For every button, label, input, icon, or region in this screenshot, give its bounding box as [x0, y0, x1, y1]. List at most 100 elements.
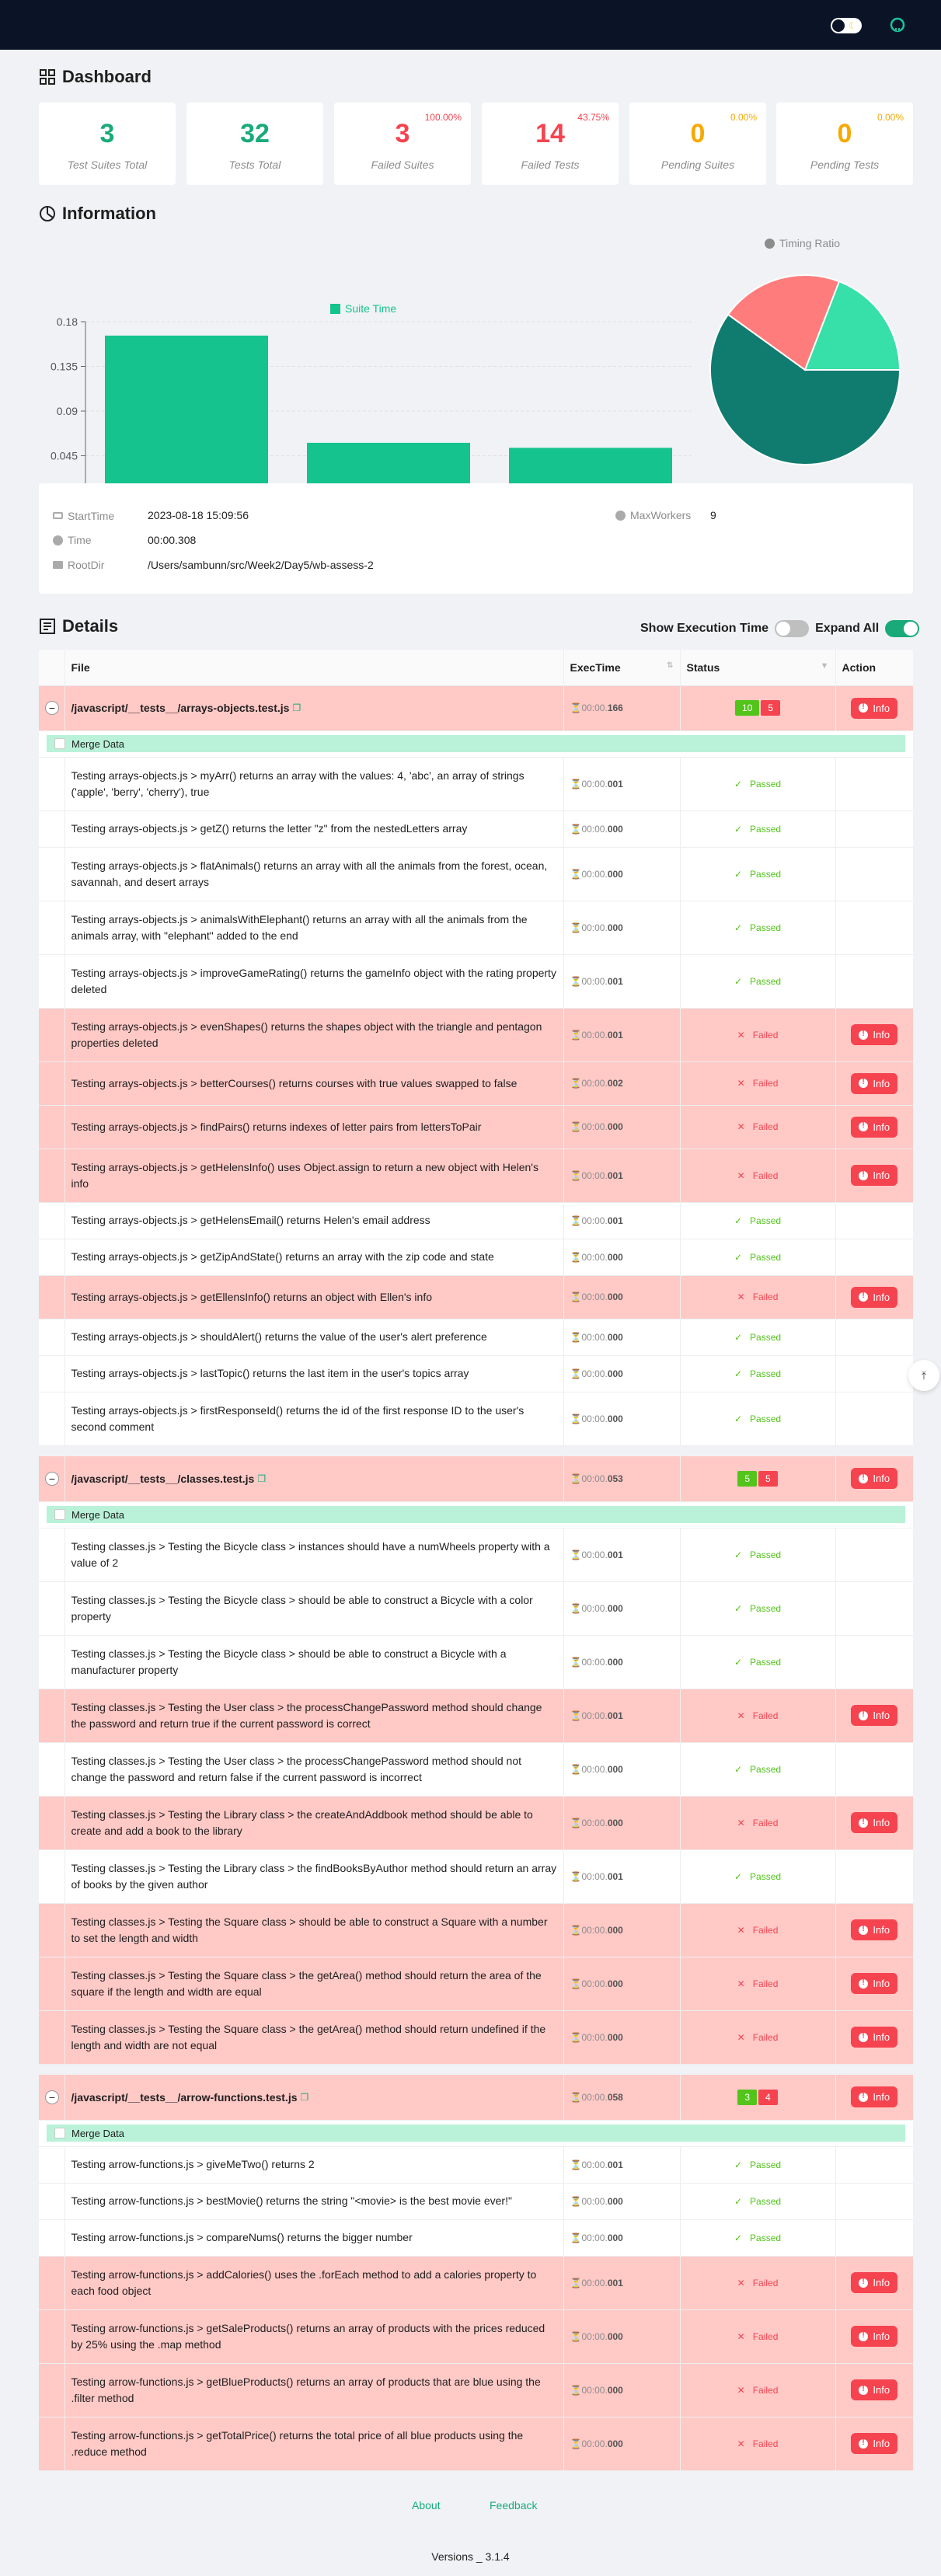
test-info-button[interactable]: Info: [851, 1116, 898, 1138]
time-prefix: 00:00.: [581, 1121, 608, 1132]
status-column-header[interactable]: Status ▼: [679, 650, 835, 686]
copy-icon[interactable]: ❐: [301, 2092, 309, 2103]
merge-data-checkbox[interactable]: [54, 738, 65, 749]
test-row: Testing classes.js > Testing the Bicycle…: [39, 1528, 913, 1582]
time-prefix: 00:00.: [581, 2031, 608, 2043]
test-info-button[interactable]: Info: [851, 1286, 898, 1308]
test-action-cell: [835, 847, 913, 901]
test-info-button[interactable]: Info: [851, 1705, 898, 1726]
cross-icon: ✕: [737, 1078, 745, 1089]
y-tick-label: 0.18: [57, 315, 78, 328]
copy-icon[interactable]: ❐: [292, 702, 301, 713]
copy-icon[interactable]: ❐: [257, 1473, 266, 1484]
feedback-link[interactable]: Feedback: [490, 2499, 537, 2512]
suite-info-button[interactable]: Info: [851, 1468, 898, 1490]
suite-row[interactable]: −/javascript/__tests__/arrow-functions.t…: [39, 2075, 913, 2121]
test-row: Testing arrow-functions.js > bestMovie()…: [39, 2183, 913, 2220]
test-exec-time: ⏳00:00.000: [563, 1742, 680, 1797]
status-label: Failed: [752, 1924, 779, 1936]
status-label: Passed: [750, 778, 782, 790]
collapse-cell[interactable]: −: [39, 1456, 64, 1502]
merge-data-row: Merge Data: [39, 1501, 913, 1529]
test-exec-time: ⏳00:00.000: [563, 1635, 680, 1689]
test-status: ✕ Failed: [679, 2417, 835, 2471]
back-to-top-button[interactable]: ⤒: [908, 1360, 939, 1391]
cross-icon: ✕: [737, 2330, 745, 2342]
test-info-button[interactable]: Info: [851, 2272, 898, 2293]
details-title: Details: [62, 616, 119, 636]
test-row: Testing classes.js > Testing the Bicycle…: [39, 1581, 913, 1636]
test-info-button[interactable]: Info: [851, 1919, 898, 1940]
suite-row[interactable]: −/javascript/__tests__/classes.test.js ❐ ⏳…: [39, 1456, 913, 1502]
sort-icon[interactable]: ⇅: [667, 661, 673, 670]
suite-row[interactable]: −/javascript/__tests__/arrays-objects.te…: [39, 685, 913, 731]
check-icon: ✓: [734, 778, 743, 790]
test-exec-time: ⏳00:00.000: [563, 810, 680, 848]
test-info-button[interactable]: Info: [851, 1812, 898, 1833]
merge-data-toggle[interactable]: Merge Data: [47, 1506, 905, 1523]
show-execution-time-switch[interactable]: [775, 620, 810, 637]
suite-info-button[interactable]: Info: [851, 697, 898, 719]
about-link[interactable]: About: [412, 2499, 441, 2512]
time-suffix: 001: [607, 1549, 623, 1560]
test-status: ✓ Passed: [679, 1849, 835, 1904]
passed-count-badge: 10: [734, 700, 760, 716]
github-icon[interactable]: [888, 16, 907, 34]
test-exec-time: ⏳00:00.001: [563, 1528, 680, 1582]
test-row: Testing arrow-functions.js > addCalories…: [39, 2256, 913, 2310]
test-info-button[interactable]: Info: [851, 1973, 898, 1994]
test-info-button[interactable]: Info: [851, 2433, 898, 2454]
test-info-button[interactable]: Info: [851, 2379, 898, 2400]
suite-info-button[interactable]: Info: [851, 2086, 898, 2108]
status-label: Passed: [750, 975, 782, 987]
passed-count-badge: 3: [737, 2089, 757, 2105]
timing-ratio-pie-chart: [709, 274, 901, 465]
merge-data-cell: Merge Data: [39, 2120, 913, 2147]
test-title: Testing classes.js > Testing the User cl…: [64, 1689, 563, 1743]
test-exec-time: ⏳00:00.000: [563, 2010, 680, 2065]
test-info-button[interactable]: Info: [851, 2326, 898, 2347]
test-exec-time: ⏳00:00.000: [563, 1957, 680, 2011]
alert-icon: [859, 1170, 869, 1180]
merge-data-checkbox[interactable]: [54, 1509, 65, 1520]
merge-data-toggle[interactable]: Merge Data: [47, 2125, 905, 2142]
test-status: ✓ Passed: [679, 2146, 835, 2184]
suite-spacer-cell: [39, 1445, 913, 1456]
failed-count-badge: 5: [758, 1470, 778, 1487]
check-icon: ✓: [734, 2159, 743, 2170]
test-indent-cell: [39, 1319, 64, 1356]
filter-icon[interactable]: ▼: [821, 661, 829, 671]
collapse-cell[interactable]: −: [39, 685, 64, 731]
collapse-cell[interactable]: −: [39, 2075, 64, 2121]
status-label: Passed: [750, 922, 782, 933]
merge-data-cell: Merge Data: [39, 1501, 913, 1529]
test-info-button[interactable]: Info: [851, 1024, 898, 1045]
status-label: Failed: [752, 1710, 779, 1721]
test-indent-cell: [39, 2183, 64, 2220]
suite-spacer: [39, 2064, 913, 2075]
maxworkers-key: MaxWorkers: [615, 509, 691, 521]
collapse-icon[interactable]: −: [45, 1471, 59, 1486]
test-indent-cell: [39, 2417, 64, 2471]
info-button-label: Info: [873, 1029, 890, 1041]
info-button-label: Info: [873, 1710, 890, 1721]
status-label: Passed: [750, 1251, 782, 1263]
collapse-icon[interactable]: −: [45, 701, 59, 715]
collapse-icon[interactable]: −: [45, 2090, 59, 2104]
expand-all-switch[interactable]: [885, 620, 920, 637]
stat-value: 3: [99, 119, 115, 148]
test-title: Testing classes.js > Testing the Bicycle…: [64, 1581, 563, 1636]
cross-icon: ✕: [737, 1710, 745, 1721]
alert-icon: [859, 702, 869, 713]
merge-data-checkbox[interactable]: [54, 2128, 65, 2139]
test-row: Testing arrow-functions.js > getSaleProd…: [39, 2309, 913, 2364]
test-row: Testing arrays-objects.js > getEllensInf…: [39, 1275, 913, 1319]
merge-data-toggle[interactable]: Merge Data: [47, 735, 905, 752]
test-info-button[interactable]: Info: [851, 2027, 898, 2048]
exectime-column-header[interactable]: ExecTime ⇅: [563, 650, 680, 686]
test-info-button[interactable]: Info: [851, 1165, 898, 1186]
suite-action-cell: Info: [835, 2075, 913, 2121]
theme-toggle[interactable]: ☾: [831, 18, 862, 33]
test-info-button[interactable]: Info: [851, 1072, 898, 1094]
test-indent-cell: [39, 1355, 64, 1393]
